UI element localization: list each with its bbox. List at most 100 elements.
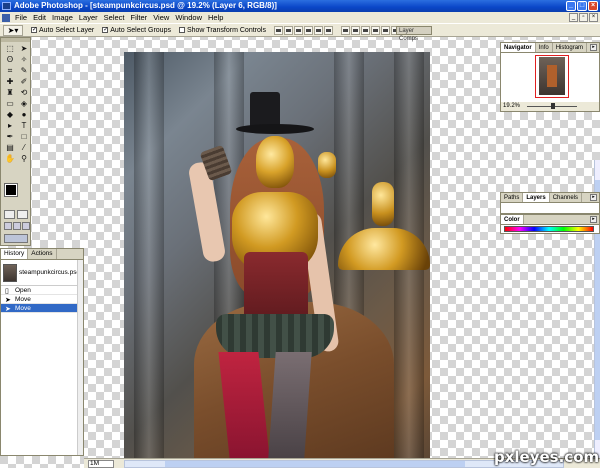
align-bottom-icon[interactable] (293, 25, 303, 35)
menu-filter[interactable]: Filter (128, 13, 151, 22)
type-tool-icon[interactable]: T (18, 121, 30, 131)
menu-window[interactable]: Window (172, 13, 205, 22)
auto-select-layer-checkbox[interactable]: ✓ (31, 27, 37, 33)
maximize-button[interactable]: □ (577, 1, 587, 11)
tab-histogram[interactable]: Histogram (553, 43, 588, 52)
menu-view[interactable]: View (150, 13, 172, 22)
navigator-zoom-value[interactable]: 19.2% (503, 103, 520, 109)
quick-mask-mode-icon[interactable] (17, 210, 28, 219)
history-item-label: Move (15, 296, 31, 303)
dodge-tool-icon[interactable]: ● (18, 110, 30, 120)
auto-select-groups-checkbox[interactable]: ✓ (102, 27, 108, 33)
menu-bar: File Edit Image Layer Select Filter View… (0, 12, 600, 23)
menu-select[interactable]: Select (101, 13, 128, 22)
clone-stamp-tool-icon[interactable]: ♜ (4, 88, 16, 98)
minimize-button[interactable]: _ (566, 1, 576, 11)
align-vcenter-icon[interactable] (283, 25, 293, 35)
distribute-left-icon[interactable] (370, 25, 380, 35)
tab-actions[interactable]: Actions (28, 249, 57, 259)
paint-bucket-tool-icon[interactable]: ◈ (18, 99, 30, 109)
align-right-icon[interactable] (323, 25, 333, 35)
show-transform-controls-checkbox[interactable] (178, 27, 185, 33)
layer-comps-tab[interactable]: Layer Comps (396, 26, 432, 42)
distribute-bottom-icon[interactable] (360, 25, 370, 35)
color-ramp[interactable] (504, 226, 594, 232)
tab-layers[interactable]: Layers (523, 193, 550, 202)
slice-tool-icon[interactable]: ✎ (18, 66, 30, 76)
distribute-top-icon[interactable] (340, 25, 350, 35)
doc-close-button[interactable]: × (589, 13, 598, 22)
move-icon: ➤ (5, 306, 11, 313)
marquee-tool-icon[interactable]: ⬚ (4, 44, 16, 54)
eraser-tool-icon[interactable]: ▭ (4, 99, 16, 109)
history-item[interactable]: ▯ Open (1, 286, 83, 295)
path-selection-tool-icon[interactable]: ▸ (4, 121, 16, 131)
brush-tool-icon[interactable]: ✐ (18, 77, 30, 87)
crop-tool-icon[interactable]: ⌗ (4, 66, 16, 76)
auto-select-layer-option[interactable]: ✓ Auto Select Layer (31, 27, 94, 34)
menu-file[interactable]: File (12, 13, 30, 22)
tab-history[interactable]: History (1, 249, 29, 259)
auto-select-groups-option[interactable]: ✓ Auto Select Groups (102, 27, 171, 34)
document-icon[interactable] (2, 13, 10, 22)
tab-navigator[interactable]: Navigator (501, 43, 536, 52)
screen-mode-buttons (4, 222, 30, 230)
blur-tool-icon[interactable]: ◆ (4, 110, 16, 120)
tab-paths[interactable]: Paths (501, 193, 524, 202)
tab-color[interactable]: Color (501, 215, 524, 224)
bell-knob (372, 182, 394, 226)
menu-help[interactable]: Help (205, 13, 226, 22)
hand-tool-icon[interactable]: ✋ (4, 154, 16, 164)
document-canvas[interactable] (124, 52, 430, 458)
full-screen-icon[interactable] (22, 222, 30, 230)
history-snapshot[interactable]: steampunkcircus.psd (1, 260, 83, 286)
standard-mode-icon[interactable] (4, 210, 15, 219)
magic-wand-tool-icon[interactable]: ✧ (18, 55, 30, 65)
zoom-tool-icon[interactable]: ⚲ (18, 154, 30, 164)
align-top-icon[interactable] (273, 25, 283, 35)
menu-layer[interactable]: Layer (76, 13, 101, 22)
menu-image[interactable]: Image (49, 13, 76, 22)
distribute-vcenter-icon[interactable] (350, 25, 360, 35)
history-scrollbar[interactable] (77, 260, 83, 455)
window-title: Adobe Photoshop - [steampunkcircus.psd @… (14, 1, 277, 10)
auto-select-layer-label: Auto Select Layer (39, 26, 95, 34)
tab-channels[interactable]: Channels (550, 193, 583, 202)
lasso-tool-icon[interactable]: ʘ (4, 55, 16, 65)
doc-minimize-button[interactable]: _ (569, 13, 578, 22)
navigator-zoom-slider-knob[interactable] (551, 103, 555, 109)
move-tool-icon[interactable]: ➤ (18, 44, 30, 54)
document-window-controls: _ ▫ × (569, 13, 598, 22)
distribute-hcenter-icon[interactable] (380, 25, 390, 35)
notes-tool-icon[interactable]: ▤ (4, 143, 16, 153)
history-item[interactable]: ➤ Move (1, 295, 83, 304)
tab-info[interactable]: Info (536, 43, 553, 52)
full-screen-menu-icon[interactable] (13, 222, 21, 230)
zoom-field[interactable]: 1M (88, 460, 114, 468)
align-hcenter-icon[interactable] (313, 25, 323, 35)
move-tool-preset-icon[interactable]: ➤▾ (3, 24, 23, 36)
menu-edit[interactable]: Edit (30, 13, 49, 22)
close-button[interactable]: × (588, 1, 598, 11)
show-transform-controls-option[interactable]: Show Transform Controls (178, 27, 266, 34)
pen-tool-icon[interactable]: ✒ (4, 132, 16, 142)
jump-to-imageready-icon[interactable] (4, 234, 28, 243)
eyedropper-tool-icon[interactable]: ⁄ (18, 143, 30, 153)
standard-screen-icon[interactable] (4, 222, 12, 230)
panel-menu-icon[interactable]: ▸ (590, 44, 597, 51)
panel-menu-icon[interactable]: ▸ (590, 216, 597, 223)
layers-panel: Paths Layers Channels ▸ (500, 192, 600, 214)
foreground-color-swatch[interactable] (4, 183, 18, 197)
healing-brush-tool-icon[interactable]: ✚ (4, 77, 16, 87)
history-item-label: Open (15, 287, 31, 294)
photoshop-app-icon (2, 2, 11, 10)
navigator-view-box[interactable] (535, 55, 569, 98)
layers-panel-tabs: Paths Layers Channels (501, 193, 599, 203)
history-brush-tool-icon[interactable]: ⟲ (18, 88, 30, 98)
doc-restore-button[interactable]: ▫ (579, 13, 588, 22)
tool-grid: ⬚ ➤ ʘ ✧ ⌗ ✎ ✚ ✐ ♜ ⟲ ▭ ◈ ◆ ● ▸ T ✒ □ ▤ ⁄ … (1, 42, 30, 166)
history-item-selected[interactable]: ➤ Move (1, 304, 83, 313)
panel-menu-icon[interactable]: ▸ (590, 194, 597, 201)
align-left-icon[interactable] (303, 25, 313, 35)
shape-tool-icon[interactable]: □ (18, 132, 30, 142)
